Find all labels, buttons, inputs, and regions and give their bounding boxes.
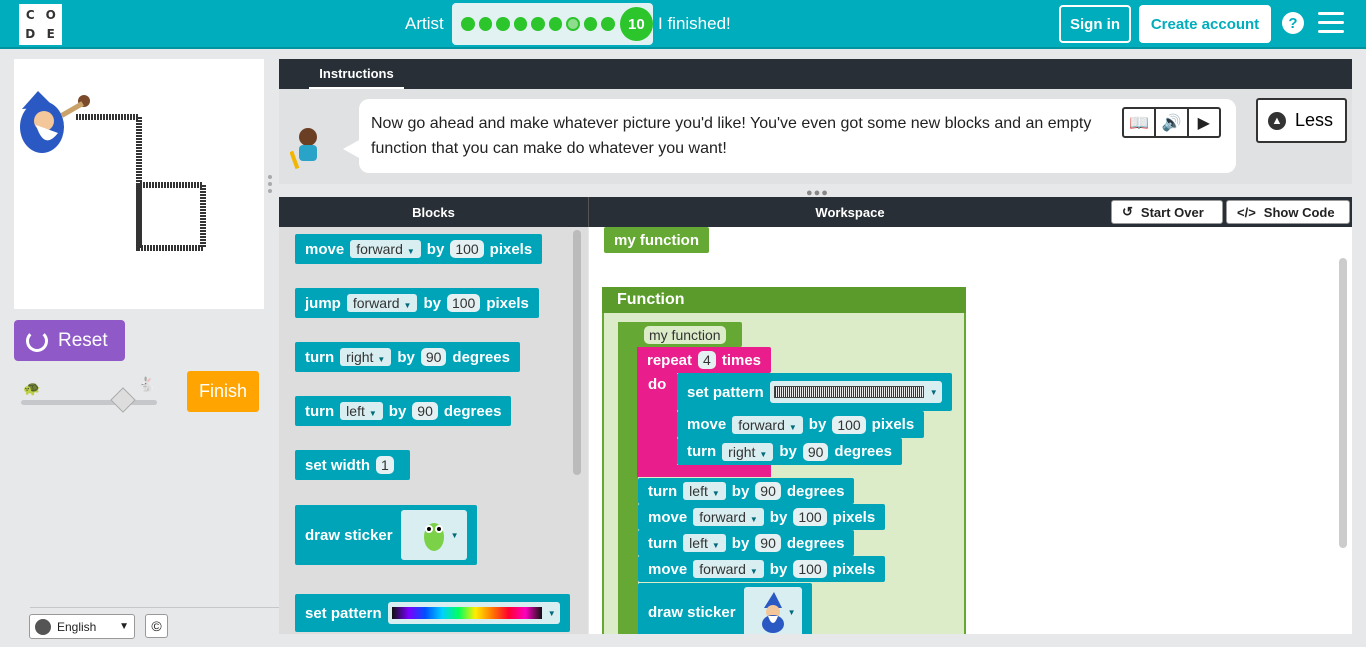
set-width-block[interactable]: set width 1	[295, 450, 410, 480]
blocks-title: Blocks	[412, 204, 455, 220]
right-frame	[1352, 51, 1366, 647]
progress-dot[interactable]	[601, 17, 615, 31]
repeat-block-footer	[637, 465, 771, 477]
create-account-button[interactable]: Create account	[1139, 5, 1271, 43]
progress-dot[interactable]	[461, 17, 475, 31]
move-block[interactable]: move forward ▼ by 100 pixels	[677, 411, 925, 438]
instructions-text: Now go ahead and make whatever picture y…	[343, 99, 1236, 173]
progress-dot[interactable]	[583, 17, 598, 31]
audio-controls: 📖 🔊 ▶	[1122, 107, 1221, 138]
progress-dot[interactable]	[531, 17, 545, 31]
level-name: Artist	[405, 14, 444, 33]
language-value: English	[57, 619, 97, 634]
turn-right-block[interactable]: turn right ▼ by 90 degrees	[677, 438, 902, 465]
progress-dot[interactable]	[478, 17, 493, 31]
level-progress: 10	[452, 3, 654, 45]
logo-letter: E	[41, 25, 60, 43]
undo-icon: ↺	[1122, 204, 1133, 219]
logo-letter: D	[21, 25, 40, 43]
stripe-pattern-dropdown[interactable]: ▼	[769, 381, 942, 403]
speed-slider[interactable]	[21, 400, 157, 405]
finished-link[interactable]: I finished!	[658, 14, 731, 34]
rabbit-icon: 🐇	[138, 376, 156, 392]
logo-letter: O	[41, 6, 60, 24]
copyright-button[interactable]: ©	[145, 614, 168, 638]
draw-sticker-block[interactable]: draw sticker ▼	[638, 583, 812, 641]
sign-in-button[interactable]: Sign in	[1059, 5, 1131, 43]
help-icon[interactable]: ?	[1282, 12, 1304, 34]
move-block[interactable]: move forward ▼ by 100 pixels	[638, 556, 886, 582]
show-code-label: Show Code	[1263, 204, 1335, 220]
wizard-sticker-icon[interactable]: ▼	[743, 587, 802, 637]
hamburger-menu-icon[interactable]	[1318, 12, 1344, 34]
artist-character-icon	[20, 91, 90, 153]
progress-dot[interactable]	[513, 17, 528, 31]
bottom-frame	[279, 634, 1352, 647]
reset-button[interactable]: Reset	[14, 320, 125, 361]
function-definition-body	[618, 322, 638, 634]
turn-left-block[interactable]: turn left ▼ by 90 degrees	[638, 478, 855, 504]
move-block[interactable]: move forward ▼ by 100 pixels	[295, 234, 543, 264]
toolbox-scrollbar[interactable]	[573, 230, 581, 475]
repeat-block[interactable]: repeat 4 times	[637, 347, 772, 373]
turtle-icon: 🐢	[23, 380, 41, 396]
instructor-avatar-icon	[289, 125, 322, 170]
finish-button[interactable]: Finish	[187, 371, 259, 412]
jump-block[interactable]: jump forward ▼ by 100 pixels	[295, 288, 539, 318]
code-icon: </>	[1237, 204, 1256, 220]
globe-icon	[35, 618, 51, 635]
drawing-canvas	[14, 59, 264, 309]
less-button[interactable]: ▲ Less	[1256, 98, 1347, 143]
tab-instructions[interactable]: Instructions	[309, 59, 404, 89]
chevron-down-icon: ▼	[119, 621, 129, 632]
chevron-up-icon: ▲	[1268, 111, 1286, 130]
turn-right-block[interactable]: turn right ▼ by 90 degrees	[295, 342, 520, 372]
start-over-label: Start Over	[1140, 204, 1204, 220]
rainbow-pattern-dropdown[interactable]: ▼	[387, 602, 560, 624]
progress-dot[interactable]	[548, 17, 563, 31]
set-pattern-block[interactable]: set pattern ▼	[295, 594, 570, 632]
workspace-title: Workspace	[815, 204, 885, 220]
start-over-button[interactable]: ↺ Start Over	[1111, 200, 1223, 224]
workspace-scrollbar[interactable]	[1339, 258, 1347, 548]
reset-icon	[26, 329, 48, 352]
top-header: C O D E Artist 10 I finished! Sign in Cr…	[0, 0, 1366, 49]
less-label: Less	[1295, 110, 1334, 130]
draw-sticker-block[interactable]: draw sticker ▼	[295, 505, 477, 565]
speaker-icon[interactable]: 🔊	[1156, 109, 1189, 136]
panel-resize-grip[interactable]	[268, 175, 272, 195]
turn-left-block[interactable]: turn left ▼ by 90 degrees	[638, 530, 855, 556]
my-function-call-block[interactable]: my function	[604, 227, 709, 253]
language-select[interactable]: English ▼	[29, 614, 135, 639]
instructions-bar	[279, 59, 1352, 89]
show-code-button[interactable]: </> Show Code	[1226, 200, 1350, 224]
logo-letter: C	[21, 6, 40, 24]
progress-dot[interactable]	[566, 17, 580, 31]
turn-left-block[interactable]: turn left ▼ by 90 degrees	[295, 396, 512, 426]
function-definition-block[interactable]: my function	[618, 322, 742, 347]
move-block[interactable]: move forward ▼ by 100 pixels	[638, 504, 886, 530]
code-logo[interactable]: C O D E	[19, 4, 62, 45]
function-frame-title: Function	[602, 287, 966, 313]
do-label: do	[648, 376, 667, 393]
progress-dot[interactable]	[496, 17, 510, 31]
read-aloud-icon[interactable]: 📖	[1124, 109, 1157, 136]
divider	[30, 607, 279, 608]
current-level-dot[interactable]: 10	[619, 7, 654, 41]
set-pattern-block[interactable]: set pattern ▼	[677, 373, 952, 411]
reset-label: Reset	[58, 329, 108, 351]
play-icon[interactable]: ▶	[1189, 109, 1219, 136]
alien-sticker-icon[interactable]: ▼	[400, 510, 467, 560]
